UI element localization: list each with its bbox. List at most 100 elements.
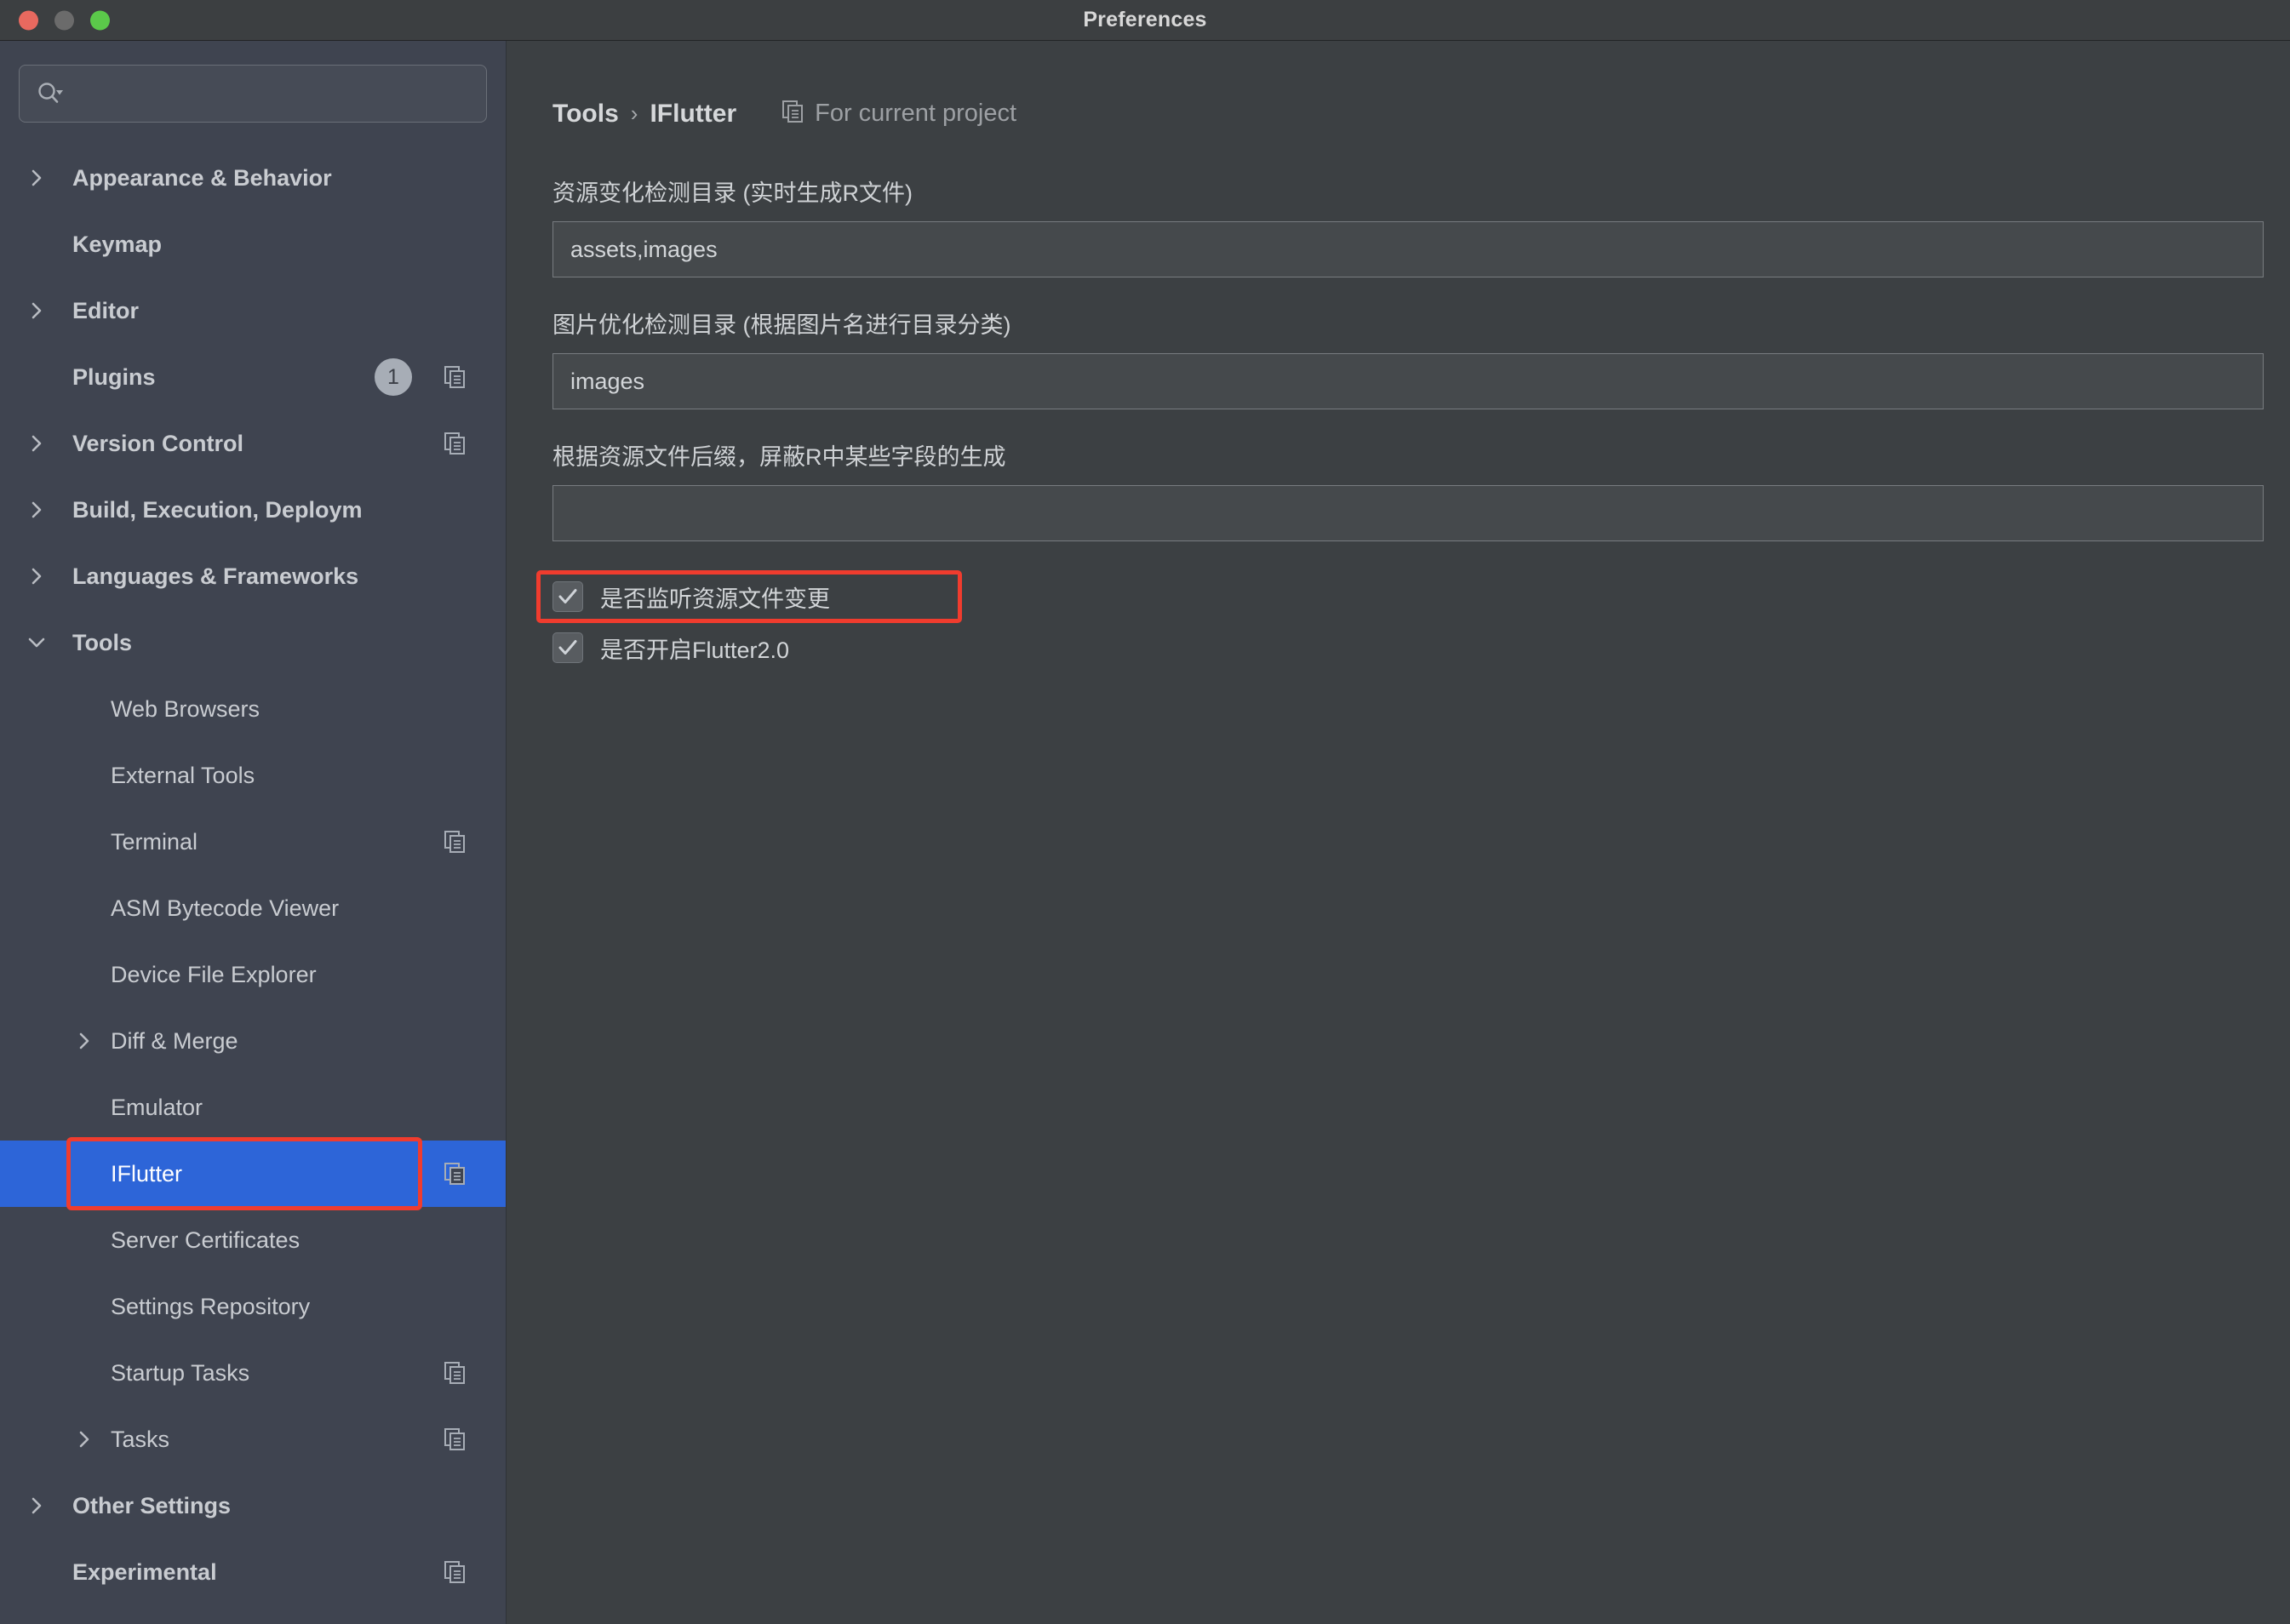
chevron-right-icon[interactable] [22, 1491, 51, 1520]
sidebar-item-label: External Tools [111, 762, 255, 788]
settings-checkboxes: 是否监听资源文件变更 是否开启Flutter2.0 [536, 570, 2244, 672]
sidebar-item-label: Experimental [72, 1558, 217, 1585]
copy-settings-icon[interactable] [443, 1360, 468, 1386]
chevron-right-icon[interactable] [70, 1026, 99, 1055]
chevron-right-icon[interactable] [22, 562, 51, 591]
preferences-window: Preferences Appearance & Behavior Keymap [0, 0, 2290, 1624]
sidebar-item-external-tools[interactable]: External Tools [0, 742, 506, 809]
search-icon [35, 79, 64, 108]
window-title: Preferences [1083, 8, 1207, 31]
sidebar-item-label: Server Certificates [111, 1227, 301, 1253]
sidebar-item-label: Terminal [111, 828, 198, 855]
copy-settings-icon[interactable] [443, 829, 468, 855]
copy-settings-icon[interactable] [443, 364, 468, 390]
for-current-project-label: For current project [815, 100, 1017, 127]
breadcrumb-current: IFlutter [650, 99, 737, 128]
sidebar-item-label: Other Settings [72, 1492, 232, 1518]
copy-settings-icon[interactable] [443, 1161, 468, 1187]
sidebar-item-languages-frameworks[interactable]: Languages & Frameworks [0, 543, 506, 609]
sidebar-item-version-control[interactable]: Version Control [0, 410, 506, 477]
sidebar-item-server-certificates[interactable]: Server Certificates [0, 1207, 506, 1273]
chevron-down-icon[interactable] [22, 628, 51, 657]
sidebar-item-label: Appearance & Behavior [72, 164, 332, 191]
text-input-3[interactable] [552, 485, 2264, 541]
chevron-right-icon[interactable] [22, 429, 51, 458]
maximize-button[interactable] [90, 10, 110, 30]
checkbox-1[interactable] [552, 581, 583, 612]
chevron-right-icon[interactable] [22, 163, 51, 192]
sidebar-item-label: Editor [72, 297, 139, 323]
sidebar-item-label: Emulator [111, 1094, 203, 1120]
field-label: 图片优化检测目录 (根据图片名进行目录分类) [552, 312, 1011, 338]
chevron-right-icon[interactable] [22, 296, 51, 325]
sidebar-item-settings-repository[interactable]: Settings Repository [0, 1273, 506, 1340]
sidebar-item-label: Device File Explorer [111, 961, 317, 987]
sidebar-item-label: Build, Execution, Deploym [72, 496, 363, 523]
text-input-value[interactable] [570, 368, 2246, 395]
sidebar-item-label: Web Browsers [111, 695, 260, 722]
sidebar-search-wrap [0, 41, 506, 123]
checkbox-2[interactable] [552, 632, 583, 663]
field-label: 根据资源文件后缀，屏蔽R中某些字段的生成 [552, 444, 1006, 470]
copy-settings-icon[interactable] [443, 431, 468, 456]
sidebar-item-keymap[interactable]: Keymap [0, 211, 506, 277]
sidebar-item-asm-bytecode-viewer[interactable]: ASM Bytecode Viewer [0, 875, 506, 941]
settings-fields: 资源变化检测目录 (实时生成R文件) 图片优化检测目录 (根据图片名进行目录分类)… [552, 174, 2264, 541]
sidebar-item-label: Diff & Merge [111, 1027, 238, 1054]
text-input-1[interactable] [552, 221, 2264, 277]
sidebar-item-diff-merge[interactable]: Diff & Merge [0, 1008, 506, 1074]
text-input-value[interactable] [570, 500, 2246, 527]
sidebar-item-label: Plugins [72, 363, 156, 390]
sidebar-item-tools[interactable]: Tools [0, 609, 506, 676]
sidebar-item-plugins[interactable]: Plugins 1 [0, 344, 506, 410]
sidebar-item-label: Tasks [111, 1426, 170, 1452]
sidebar-item-label: IFlutter [111, 1160, 183, 1187]
sidebar-item-editor[interactable]: Editor [0, 277, 506, 344]
chevron-right-icon[interactable] [70, 1425, 99, 1454]
minimize-button[interactable] [54, 10, 74, 30]
sidebar-item-label: ASM Bytecode Viewer [111, 895, 340, 921]
settings-main-panel: Tools › IFlutter For current project 资源变… [507, 41, 2290, 1624]
field-label: 资源变化检测目录 (实时生成R文件) [552, 180, 913, 206]
copy-project-icon [781, 99, 806, 129]
status-badge: 1 [375, 358, 412, 396]
for-current-project[interactable]: For current project [781, 99, 1016, 129]
sidebar-item-appearance-behavior[interactable]: Appearance & Behavior [0, 145, 506, 211]
sidebar-item-web-browsers[interactable]: Web Browsers [0, 676, 506, 742]
sidebar-item-label: Version Control [72, 430, 244, 456]
copy-settings-icon[interactable] [443, 1559, 468, 1585]
traffic-lights [19, 10, 110, 30]
close-button[interactable] [19, 10, 38, 30]
copy-settings-icon[interactable] [443, 1427, 468, 1452]
sidebar-item-build-execution-deploym[interactable]: Build, Execution, Deploym [0, 477, 506, 543]
sidebar-item-label: Startup Tasks [111, 1359, 250, 1386]
checkbox-label: 是否开启Flutter2.0 [600, 637, 790, 663]
window-body: Appearance & Behavior Keymap Editor Plugins… [0, 41, 2290, 1624]
sidebar-item-label: Settings Repository [111, 1293, 311, 1319]
sidebar-item-startup-tasks[interactable]: Startup Tasks [0, 1340, 506, 1406]
sidebar-item-label: Keymap [72, 231, 163, 257]
search-input[interactable] [69, 82, 471, 106]
breadcrumb-separator-icon: › [630, 100, 638, 126]
settings-tree: Appearance & Behavior Keymap Editor Plugins… [0, 145, 506, 1605]
checkbox-row-1[interactable]: 是否监听资源文件变更 [536, 570, 962, 623]
checkbox-row-2[interactable]: 是否开启Flutter2.0 [552, 623, 2244, 672]
checkbox-label: 是否监听资源文件变更 [600, 586, 830, 612]
sidebar-item-label: Tools [72, 629, 132, 655]
sidebar-item-experimental[interactable]: Experimental [0, 1539, 506, 1605]
window-titlebar: Preferences [0, 0, 2290, 41]
text-input-2[interactable] [552, 353, 2264, 409]
sidebar-item-tasks[interactable]: Tasks [0, 1406, 506, 1472]
sidebar-item-terminal[interactable]: Terminal [0, 809, 506, 875]
breadcrumb: Tools › IFlutter For current project [552, 99, 2244, 129]
breadcrumb-root[interactable]: Tools [552, 100, 619, 129]
chevron-right-icon[interactable] [22, 495, 51, 524]
sidebar-item-iflutter[interactable]: IFlutter [0, 1141, 506, 1207]
search-box[interactable] [19, 65, 487, 123]
sidebar-item-label: Languages & Frameworks [72, 563, 359, 589]
text-input-value[interactable] [570, 236, 2246, 263]
sidebar-item-device-file-explorer[interactable]: Device File Explorer [0, 941, 506, 1008]
settings-sidebar: Appearance & Behavior Keymap Editor Plugins… [0, 41, 507, 1624]
sidebar-item-other-settings[interactable]: Other Settings [0, 1472, 506, 1539]
sidebar-item-emulator[interactable]: Emulator [0, 1074, 506, 1141]
